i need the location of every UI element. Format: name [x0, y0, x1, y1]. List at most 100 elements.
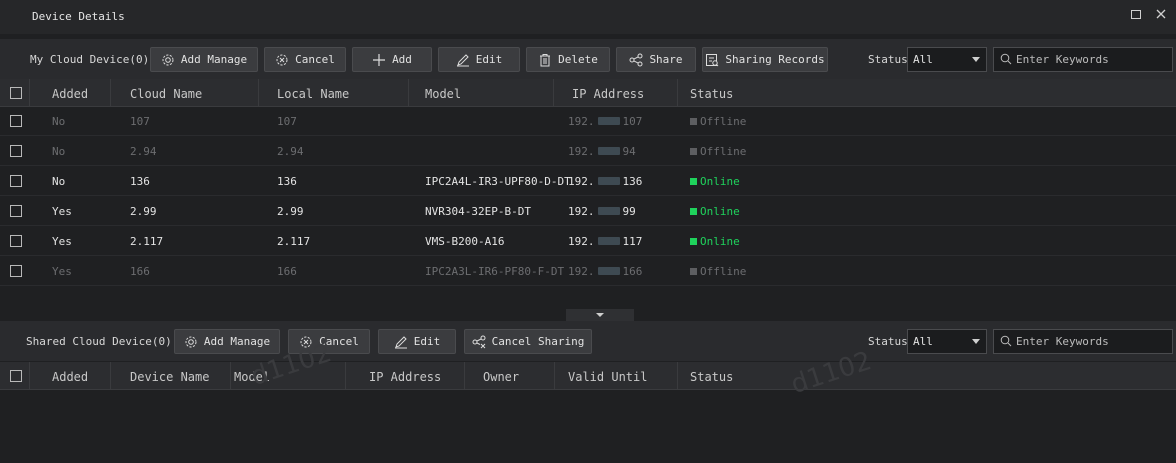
ip-mask: [597, 117, 620, 125]
column-header[interactable]: Local Name: [277, 87, 349, 101]
table-row[interactable]: Yes 2.99 2.99 NVR304-32EP-B-DT 192. 99 On…: [0, 197, 1176, 226]
status-cell: Online: [690, 205, 740, 218]
column-header[interactable]: Owner: [483, 370, 519, 384]
cancel-gear-icon: [276, 54, 288, 65]
cloud-name-cell: 136: [130, 175, 150, 188]
row-checkbox[interactable]: [10, 265, 22, 277]
added-cell: Yes: [52, 235, 72, 248]
cancel-sharing-label: Cancel Sharing: [491, 335, 585, 348]
maximize-icon[interactable]: [1127, 7, 1145, 25]
pencil-icon: [394, 335, 407, 348]
status-dot-icon: [690, 238, 697, 245]
local-name-cell: 136: [277, 175, 297, 188]
row-checkbox[interactable]: [10, 175, 22, 187]
column-header[interactable]: Status: [690, 87, 733, 101]
status-dot-icon: [690, 178, 697, 185]
share-icon: [472, 335, 486, 348]
title-bar: Device Details: [0, 0, 1176, 34]
sharing-records-button[interactable]: Sharing Records: [702, 47, 828, 72]
gear-icon: [162, 54, 174, 65]
added-cell: No: [52, 115, 66, 128]
search-icon: [1000, 53, 1012, 65]
model-cell: NVR304-32EP-B-DT: [425, 205, 531, 218]
ip-mask: [597, 207, 620, 215]
search-icon: [1000, 335, 1012, 347]
ip-mask: [597, 267, 620, 275]
shared-search-input[interactable]: [1016, 330, 1166, 353]
window-title: Device Details: [32, 10, 125, 23]
shared-add-manage-button[interactable]: Add Manage: [174, 329, 280, 354]
column-header[interactable]: Device Name: [130, 370, 209, 384]
row-checkbox[interactable]: [10, 235, 22, 247]
delete-label: Delete: [558, 53, 598, 66]
column-separator: [464, 362, 465, 389]
table-row[interactable]: Yes 166 166 IPC2A3L-IR6-PF80-F-DT 192. 16…: [0, 257, 1176, 286]
edit-button[interactable]: Edit: [438, 47, 520, 72]
row-checkbox[interactable]: [10, 115, 22, 127]
search-input[interactable]: [1016, 48, 1166, 71]
column-separator: [29, 79, 30, 106]
share-label: Share: [649, 53, 683, 66]
column-separator: [110, 362, 111, 389]
delete-button[interactable]: Delete: [526, 47, 610, 72]
column-header[interactable]: Model: [425, 87, 461, 101]
table-row[interactable]: Yes 2.117 2.117 VMS-B200-A16 192. 117 Onl…: [0, 227, 1176, 256]
table-row[interactable]: No 2.94 2.94 192. 94 Offline: [0, 137, 1176, 166]
cloud-name-cell: 2.99: [130, 205, 157, 218]
ip-address-cell: 192. 107: [568, 115, 643, 128]
ip-mask: [597, 177, 620, 185]
column-header[interactable]: Status: [690, 370, 733, 384]
add-button[interactable]: Add: [352, 47, 432, 72]
column-separator: [677, 362, 678, 389]
shared-search-box[interactable]: [993, 329, 1173, 354]
shared-status-select[interactable]: All: [907, 329, 987, 354]
column-header[interactable]: Added: [52, 370, 88, 384]
ip-address-cell: 192. 117: [568, 235, 643, 248]
shared-edit-button[interactable]: Edit: [378, 329, 456, 354]
row-checkbox[interactable]: [10, 145, 22, 157]
column-separator: [258, 79, 259, 106]
row-checkbox[interactable]: [10, 205, 22, 217]
chevron-down-icon: [596, 313, 604, 317]
select-all-checkbox[interactable]: [10, 87, 22, 99]
column-separator: [110, 79, 111, 106]
local-name-cell: 107: [277, 115, 297, 128]
shared-edit-label: Edit: [413, 335, 441, 348]
share-button[interactable]: Share: [616, 47, 696, 72]
pane-splitter[interactable]: [566, 309, 634, 321]
column-separator: [345, 362, 346, 389]
column-header[interactable]: IP Address: [369, 370, 441, 384]
status-cell: Offline: [690, 115, 746, 128]
column-separator: [553, 79, 554, 106]
local-name-cell: 2.99: [277, 205, 304, 218]
trash-icon: [540, 53, 551, 66]
my-cloud-label: My Cloud Device(0): [30, 53, 150, 66]
status-dot-icon: [690, 148, 697, 155]
local-name-cell: 2.117: [277, 235, 311, 248]
cloud-name-cell: 2.117: [130, 235, 164, 248]
add-manage-label: Add Manage: [180, 53, 248, 66]
local-name-cell: 2.94: [277, 145, 304, 158]
table-row[interactable]: No 136 136 IPC2A4L-IR3-UPF80-D-DT 192. 13…: [0, 167, 1176, 196]
ip-address-cell: 192. 136: [568, 175, 643, 188]
column-header[interactable]: Added: [52, 87, 88, 101]
search-box[interactable]: [993, 47, 1173, 72]
table-row[interactable]: No 107 107 192. 107 Offline: [0, 107, 1176, 136]
sharing-records-label: Sharing Records: [725, 53, 825, 66]
plus-icon: [373, 53, 386, 66]
cancel-sharing-button[interactable]: Cancel Sharing: [464, 329, 592, 354]
close-icon[interactable]: [1152, 7, 1170, 25]
add-manage-button[interactable]: Add Manage: [150, 47, 258, 72]
shared-select-all-checkbox[interactable]: [10, 370, 22, 382]
added-cell: Yes: [52, 205, 72, 218]
model-cell: IPC2A4L-IR3-UPF80-D-DT: [425, 175, 571, 188]
status-cell: Online: [690, 235, 740, 248]
my-cloud-table-header: Added Cloud Name Local Name Model IP Add…: [0, 79, 1176, 107]
column-header[interactable]: Cloud Name: [130, 87, 202, 101]
column-header[interactable]: Valid Until: [568, 370, 647, 384]
column-separator: [408, 79, 409, 106]
status-select[interactable]: All: [907, 47, 987, 72]
cancel-button[interactable]: Cancel: [264, 47, 346, 72]
column-header[interactable]: IP Address: [572, 87, 644, 101]
ip-mask: [597, 147, 620, 155]
